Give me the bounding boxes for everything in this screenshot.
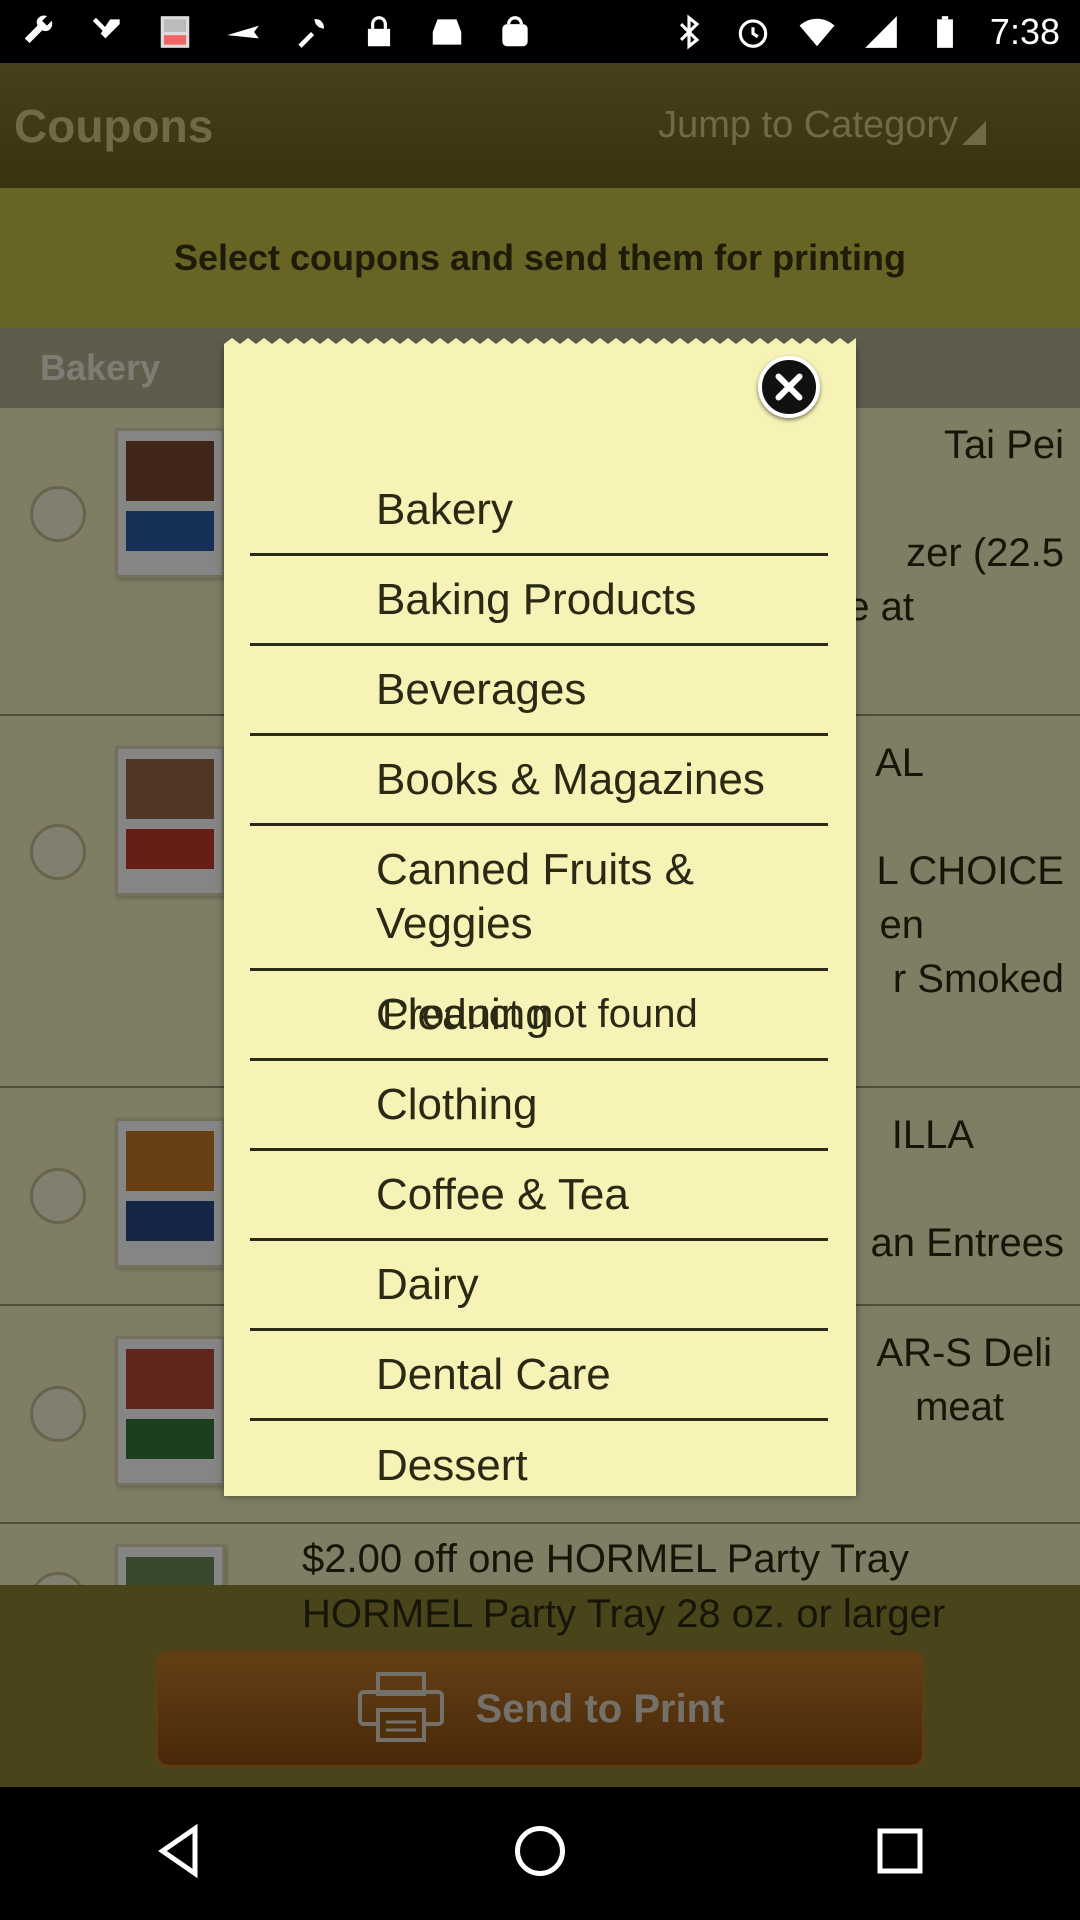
alarm-icon (734, 13, 772, 51)
category-item-dessert[interactable]: Dessert (250, 1421, 828, 1511)
wifi-icon (798, 13, 836, 51)
inbox-icon (428, 13, 466, 51)
category-item-canned-fruits-veggies[interactable]: Canned Fruits & Veggies (250, 826, 828, 971)
zigzag-edge (224, 338, 856, 350)
category-item-books-magazines[interactable]: Books & Magazines (250, 736, 828, 826)
category-item-bakery[interactable]: Bakery (250, 466, 828, 556)
tools-icon (88, 13, 126, 51)
category-item-beverages[interactable]: Beverages (250, 646, 828, 736)
category-popup: Bakery Baking Products Beverages Books &… (224, 338, 856, 1496)
product-not-found-toast: Product not found (382, 992, 698, 1036)
category-item-clothing[interactable]: Clothing (250, 1061, 828, 1151)
signal-icon (862, 13, 900, 51)
back-icon[interactable] (150, 1821, 210, 1886)
airplane-icon (224, 13, 262, 51)
category-item-coffee-tea[interactable]: Coffee & Tea (250, 1151, 828, 1241)
bag-icon (496, 13, 534, 51)
recents-icon[interactable] (870, 1821, 930, 1886)
wrench-icon (20, 13, 58, 51)
status-time: 7:38 (989, 10, 1060, 52)
category-item-dairy[interactable]: Dairy (250, 1241, 828, 1331)
image-icon (156, 13, 194, 51)
bluetooth-icon (670, 13, 708, 51)
category-item-dental-care[interactable]: Dental Care (250, 1331, 828, 1421)
lock-icon (360, 13, 398, 51)
system-nav-bar (0, 1787, 1080, 1920)
wrench-fake-icon (292, 13, 330, 51)
status-bar: 7:38 (0, 0, 1080, 63)
category-item-baking-products[interactable]: Baking Products (250, 556, 828, 646)
system-icons: 7:38 (670, 11, 1060, 53)
close-icon (775, 373, 803, 401)
home-icon[interactable] (510, 1821, 570, 1886)
battery-icon (926, 13, 964, 51)
category-item-cleaning[interactable]: Cleaning Product not found (250, 971, 828, 1061)
notification-icons (20, 13, 534, 51)
close-button[interactable] (758, 356, 820, 418)
category-list: Bakery Baking Products Beverages Books &… (250, 466, 828, 1511)
